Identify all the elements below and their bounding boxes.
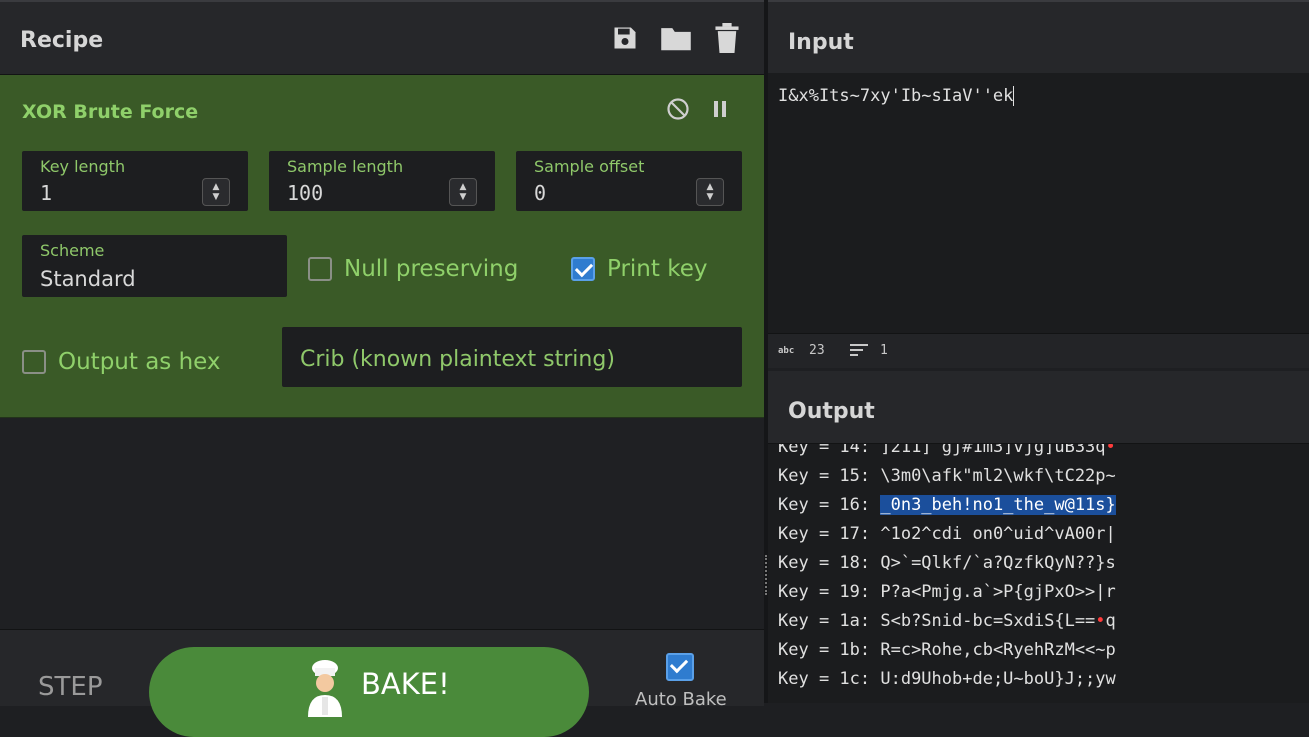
output-title: Output: [788, 399, 875, 424]
save-icon[interactable]: [609, 22, 641, 54]
output-hex-box[interactable]: [22, 350, 46, 374]
input-text[interactable]: I&x%Its~7xy'Ib~sIaV''ek: [778, 86, 1015, 106]
folder-icon[interactable]: [660, 22, 692, 54]
output-header: Output: [768, 371, 1309, 444]
null-preserving-box[interactable]: [308, 257, 332, 281]
scheme-value[interactable]: Standard: [40, 267, 136, 291]
output-line: Key = 1a: S<b?Snid-bc=SxdiS{L==•q: [778, 611, 1116, 631]
null-preserving-checkbox[interactable]: Null preserving: [308, 256, 518, 282]
key-length-field[interactable]: Key length 1 ▲ ▼: [22, 151, 248, 211]
xor-brute-force-operation: XOR Brute Force Key length 1 ▲ ▼ Sample l…: [0, 75, 764, 418]
sample-length-value[interactable]: 100: [287, 181, 323, 205]
input-title: Input: [788, 30, 854, 55]
output-line: Key = 19: P?a<Pmjg.a`>P{gjPxO>>|r: [778, 582, 1116, 602]
sample-offset-value[interactable]: 0: [534, 181, 546, 205]
sample-length-stepper[interactable]: ▲ ▼: [449, 178, 477, 206]
recipe-title: Recipe: [20, 28, 104, 53]
output-line: Key = 1b: R=c>Rohe,cb<RyehRzM<<~p: [778, 640, 1116, 660]
sample-length-field[interactable]: Sample length 100 ▲ ▼: [269, 151, 495, 211]
bake-button[interactable]: BAKE!: [149, 647, 589, 737]
bake-label: BAKE!: [361, 667, 450, 701]
sample-offset-stepper[interactable]: ▲ ▼: [696, 178, 724, 206]
output-hex-label: Output as hex: [58, 349, 221, 375]
sample-offset-label: Sample offset: [534, 157, 645, 176]
auto-bake-checkbox[interactable]: Auto Bake: [635, 653, 727, 710]
print-key-box[interactable]: [571, 257, 595, 281]
key-length-value[interactable]: 1: [40, 181, 52, 205]
chars-icon: abc: [778, 346, 795, 356]
input-header: Input: [768, 2, 1309, 75]
print-key-label: Print key: [607, 256, 708, 282]
key-length-stepper[interactable]: ▲ ▼: [202, 178, 230, 206]
auto-bake-box[interactable]: [666, 653, 694, 681]
null-preserving-label: Null preserving: [344, 256, 519, 282]
char-count: 23: [809, 343, 825, 358]
output-line: Key = 1c: U:d9Uhob+de;U~boU}J;;yw: [778, 669, 1116, 689]
output-line: Key = 15: \3m0\afk"ml2\wkf\tC22p~: [778, 466, 1116, 486]
sample-offset-field[interactable]: Sample offset 0 ▲ ▼: [516, 151, 742, 211]
input-status-bar: abc 23 1: [768, 333, 1309, 368]
scheme-label: Scheme: [40, 241, 105, 260]
output-line: Key = 17: ^1o2^cdi on0^uid^vA00r|: [778, 524, 1116, 544]
trash-icon[interactable]: [711, 22, 743, 54]
crib-placeholder: Crib (known plaintext string): [300, 347, 615, 372]
crib-input[interactable]: Crib (known plaintext string): [282, 327, 742, 387]
recipe-panel: Recipe XOR Brute Force Key length 1 ▲ ▼ S…: [0, 2, 764, 737]
operation-title: XOR Brute Force: [22, 101, 199, 123]
sample-length-label: Sample length: [287, 157, 404, 176]
output-line-highlighted: Key = 16: _0n3_beh!no1_the_w@11s}: [778, 495, 1116, 515]
recipe-header: Recipe: [0, 2, 764, 75]
output-line: Key = 14: ]211] gj#1m3]vjg]uB33q•: [778, 444, 1116, 457]
disable-icon[interactable]: [664, 95, 692, 123]
output-line: Key = 18: Q>`=Qlkf/`a?QzfkQyN??}s: [778, 553, 1116, 573]
output-textarea[interactable]: Key = 14: ]211] gj#1m3]vjg]uB33q• Key = …: [768, 444, 1309, 703]
scheme-select[interactable]: Scheme Standard: [22, 235, 287, 297]
output-hex-checkbox[interactable]: Output as hex: [22, 349, 221, 375]
chef-icon: [308, 660, 342, 717]
pause-icon[interactable]: [706, 95, 734, 123]
step-button[interactable]: STEP: [38, 672, 103, 702]
input-textarea[interactable]: I&x%Its~7xy'Ib~sIaV''ek: [768, 73, 1309, 333]
auto-bake-label: Auto Bake: [635, 689, 727, 710]
controls-bar: STEP BAKE! Auto Bake: [0, 629, 764, 737]
line-count: 1: [880, 343, 888, 358]
lines-icon: [850, 343, 868, 361]
key-length-label: Key length: [40, 157, 126, 176]
selected-text[interactable]: _0n3_beh!no1_the_w@11s}: [880, 495, 1116, 515]
print-key-checkbox[interactable]: Print key: [571, 256, 707, 282]
